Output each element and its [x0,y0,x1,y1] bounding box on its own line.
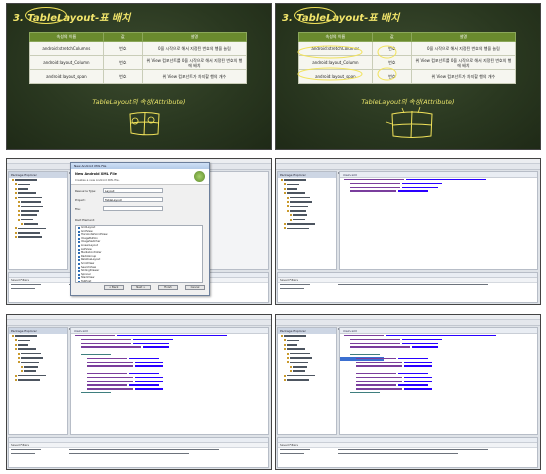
table-cell: 번호 [102,41,143,56]
handwritten-circle [25,7,67,24]
xml-editor[interactable]: main.xml [339,171,538,270]
next-button[interactable]: Next > [130,285,151,290]
logcat-panel[interactable]: Saved Filters [277,437,538,468]
file-label: File: [75,207,81,211]
handwritten-table-sketch [125,108,165,142]
table-header: 속성의 이름 [29,32,104,42]
table-cell: 번호 [102,55,143,70]
handwritten-table-sketch [384,104,440,146]
dialog-subheading: Creates a new Android XML file. [75,178,120,182]
eclipse-window-3: Package Explorer main.xml Saved Filters [6,314,272,470]
root-element-label: Root Element: [75,218,95,222]
project-label: Project: [75,198,86,202]
xml-editor[interactable]: main.xml [339,327,538,435]
table-cell: android:layout_span [29,69,104,84]
table-cell: 위 View 컴포넌트를 0을 시작으로 해서 지정된 번호의 행에 배치 [141,55,248,70]
table-cell: 0을 시작으로 해서 지정된 번호의 행을 늘림 [141,41,248,56]
package-explorer[interactable]: Package Explorer [277,327,337,435]
table-cell: android:stretchColumns [29,41,104,56]
toolbar[interactable] [276,164,540,179]
table-row: android:layout_span 번호 위 View 컴포넌트가 차지할 … [29,69,248,84]
toolbar[interactable] [276,320,540,335]
resource-type-select[interactable]: Layout [103,188,163,193]
table-header: 값 [102,32,143,42]
table-header: 설명 [141,32,248,42]
table-row: android:stretchColumns 번호 0을 시작으로 해서 지정된… [29,41,248,56]
package-explorer[interactable]: Package Explorer [277,171,337,270]
slide-panel-2: 3. TableLayout-표 배치 속성의 이름 값 설명 android:… [275,3,541,150]
cancel-button[interactable]: Cancel [185,285,205,290]
table-cell: android:layout_Column [29,55,104,70]
dialog-heading: New Android XML File [75,172,117,176]
logcat-panel[interactable]: Saved Filters [277,272,538,303]
new-xml-dialog[interactable]: New Android XML File New Android XML Fil… [70,162,210,296]
logcat-panel[interactable]: Saved Filters [8,437,269,468]
eclipse-window-1: Package Explorer Saved Filters New Andro… [6,158,272,305]
eclipse-window-4: Package Explorer main.xml Saved Filters [275,314,541,470]
package-explorer[interactable]: Package Explorer [8,327,68,435]
handwritten-circle [294,7,336,24]
attribute-table: 속성의 이름 값 설명 android:stretchColumns 번호 0을… [29,32,248,84]
slide-subtitle: TableLayout의 속성(Attribute) [92,98,186,106]
finish-button[interactable]: Finish [157,285,178,290]
back-button[interactable]: < Back [103,285,124,290]
slide-panel-1: 3. TableLayout-표 배치 속성의 이름 값 설명 android:… [6,3,272,150]
handwritten-annotations [290,32,520,96]
package-explorer[interactable]: Package Explorer [8,171,68,270]
android-logo-icon [194,171,205,182]
file-input[interactable] [103,206,163,211]
toolbar[interactable] [7,320,271,335]
eclipse-window-2: Package Explorer main.xml Saved Filters [275,158,541,305]
table-cell: 번호 [102,69,143,84]
xml-editor[interactable]: main.xml [70,327,269,435]
table-row: android:layout_Column 번호 위 View 컴포넌트를 0을… [29,55,248,70]
table-cell: 위 View 컴포넌트가 차지할 행의 개수 [141,69,248,84]
resource-type-label: Resource Type: [75,189,97,193]
project-select[interactable]: TableLayout [103,197,163,202]
